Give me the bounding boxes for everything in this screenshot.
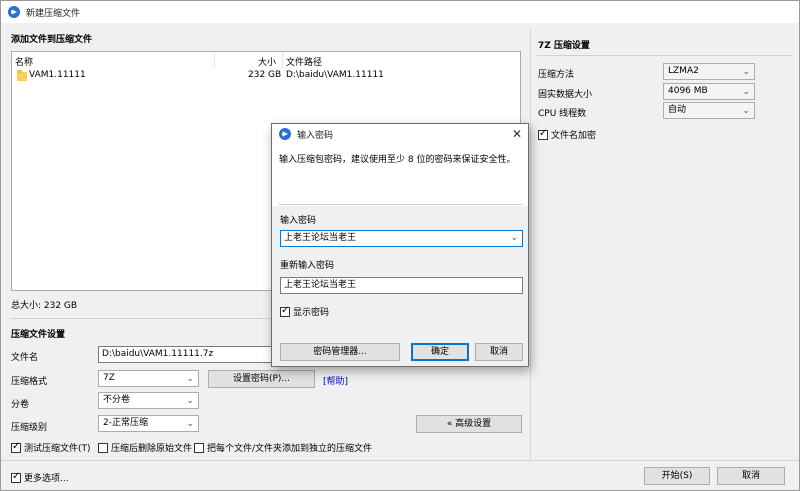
- password-manager-button[interactable]: 密码管理器...: [280, 343, 400, 361]
- column-header-size[interactable]: 大小: [258, 55, 276, 68]
- delete-after-checkbox[interactable]: 压缩后删除原始文件: [98, 441, 192, 454]
- encrypt-filenames-checkbox[interactable]: 文件名加密: [538, 128, 596, 141]
- checkbox-checked[interactable]: [538, 128, 548, 140]
- chevron-down-icon: ⌄: [742, 106, 750, 116]
- divider: [1, 460, 799, 461]
- format-select[interactable]: 7Z ⌄: [98, 370, 199, 387]
- settings-section-title: 压缩文件设置: [11, 330, 66, 340]
- table-row[interactable]: VAM1.11111 232 GB D:\baidu\VAM1.11111: [12, 68, 520, 84]
- volume-value: 不分卷: [103, 395, 131, 405]
- filename-label: 文件名: [11, 353, 39, 363]
- format-label: 压缩格式: [11, 377, 48, 387]
- seven-z-section-title: 7Z 压缩设置: [538, 41, 590, 51]
- password-label: 输入密码: [280, 216, 317, 226]
- show-password-label: 显示密码: [293, 308, 330, 318]
- test-archive-checkbox[interactable]: 测试压缩文件(T): [11, 441, 91, 454]
- password-value: 上老王论坛当老王: [284, 233, 357, 243]
- window-title: 新建压缩文件: [26, 8, 81, 19]
- dialog-cancel-button[interactable]: 取消: [475, 343, 523, 361]
- level-select[interactable]: 2-正常压缩 ⌄: [98, 415, 199, 432]
- checkbox-checked[interactable]: [11, 471, 21, 483]
- help-link[interactable]: [帮助]: [323, 374, 348, 387]
- threads-value: 自动: [668, 105, 687, 115]
- volume-label: 分卷: [11, 400, 30, 410]
- checkbox-unchecked[interactable]: [194, 442, 204, 453]
- confirm-password-label: 重新输入密码: [280, 261, 335, 271]
- row-size: 232 GB: [248, 70, 282, 80]
- divider: [537, 55, 792, 56]
- chevron-down-icon: ⌄: [186, 396, 194, 406]
- cancel-button[interactable]: 取消: [717, 467, 785, 485]
- chevron-down-icon: ⌄: [186, 374, 194, 384]
- method-label: 压缩方法: [538, 70, 575, 80]
- column-header-name[interactable]: 名称: [15, 55, 33, 68]
- total-size: 总大小: 232 GB: [11, 301, 78, 311]
- start-button[interactable]: 开始(S): [644, 467, 710, 485]
- solid-size-value: 4096 MB: [668, 86, 708, 96]
- solid-size-label: 固实数据大小: [538, 90, 593, 100]
- checkbox-checked[interactable]: [280, 305, 290, 317]
- password-dialog: 输入密码 ✕ 输入压缩包密码，建议使用至少 8 位的密码来保证安全性。 输入密码…: [271, 123, 529, 367]
- chevron-down-icon: ⌄: [742, 87, 750, 97]
- checkbox-unchecked[interactable]: [98, 442, 108, 453]
- encrypt-filenames-label: 文件名加密: [551, 131, 597, 141]
- level-label: 压缩级别: [11, 423, 48, 433]
- files-section-title: 添加文件到压缩文件: [11, 35, 93, 45]
- separate-archives-label: 把每个文件/文件夹添加到独立的压缩文件: [207, 444, 373, 454]
- test-archive-label: 测试压缩文件(T): [24, 444, 91, 454]
- dialog-title-bar: 输入密码 ✕: [272, 124, 528, 144]
- chevron-down-icon: ⌄: [186, 419, 194, 429]
- column-divider: [214, 52, 215, 68]
- dialog-hint: 输入压缩包密码，建议使用至少 8 位的密码来保证安全性。: [279, 155, 516, 165]
- password-input[interactable]: 上老王论坛当老王 ⌄: [280, 230, 523, 247]
- dialog-title: 输入密码: [297, 130, 334, 141]
- close-icon[interactable]: ✕: [512, 127, 522, 141]
- solid-size-select[interactable]: 4096 MB ⌄: [663, 83, 755, 100]
- show-password-checkbox[interactable]: 显示密码: [280, 305, 329, 318]
- set-password-button[interactable]: 设置密码(P)...: [208, 370, 315, 388]
- folder-icon: [17, 70, 27, 81]
- row-name: VAM1.11111: [29, 70, 86, 80]
- threads-select[interactable]: 自动 ⌄: [663, 102, 755, 119]
- more-options-checkbox[interactable]: 更多选项...: [11, 471, 69, 484]
- more-options-label: 更多选项...: [24, 474, 69, 484]
- app-logo-icon: [8, 6, 20, 18]
- checkbox-checked[interactable]: [11, 441, 21, 453]
- separate-archives-checkbox[interactable]: 把每个文件/文件夹添加到独立的压缩文件: [194, 441, 372, 454]
- filename-input[interactable]: D:\baidu\VAM1.11111.7z: [98, 346, 274, 363]
- title-bar: 新建压缩文件: [1, 1, 799, 23]
- column-divider: [282, 52, 283, 68]
- confirm-password-input[interactable]: 上老王论坛当老王: [280, 277, 523, 294]
- panel-divider: [530, 29, 531, 459]
- level-value: 2-正常压缩: [103, 418, 148, 428]
- column-header-path[interactable]: 文件路径: [286, 55, 322, 68]
- dialog-hint-area: 输入压缩包密码，建议使用至少 8 位的密码来保证安全性。: [272, 144, 528, 206]
- format-value: 7Z: [103, 373, 115, 383]
- volume-select[interactable]: 不分卷 ⌄: [98, 392, 199, 409]
- delete-after-label: 压缩后删除原始文件: [111, 444, 193, 454]
- advanced-settings-button[interactable]: « 高级设置: [416, 415, 522, 433]
- app-logo-icon: [279, 128, 291, 140]
- chevron-down-icon[interactable]: ⌄: [510, 231, 518, 246]
- row-path: D:\baidu\VAM1.11111: [286, 70, 384, 80]
- ok-button[interactable]: 确定: [411, 343, 469, 361]
- divider: [279, 204, 523, 205]
- chevron-down-icon: ⌄: [742, 67, 750, 77]
- threads-label: CPU 线程数: [538, 109, 587, 119]
- method-value: LZMA2: [668, 66, 699, 76]
- method-select[interactable]: LZMA2 ⌄: [663, 63, 755, 80]
